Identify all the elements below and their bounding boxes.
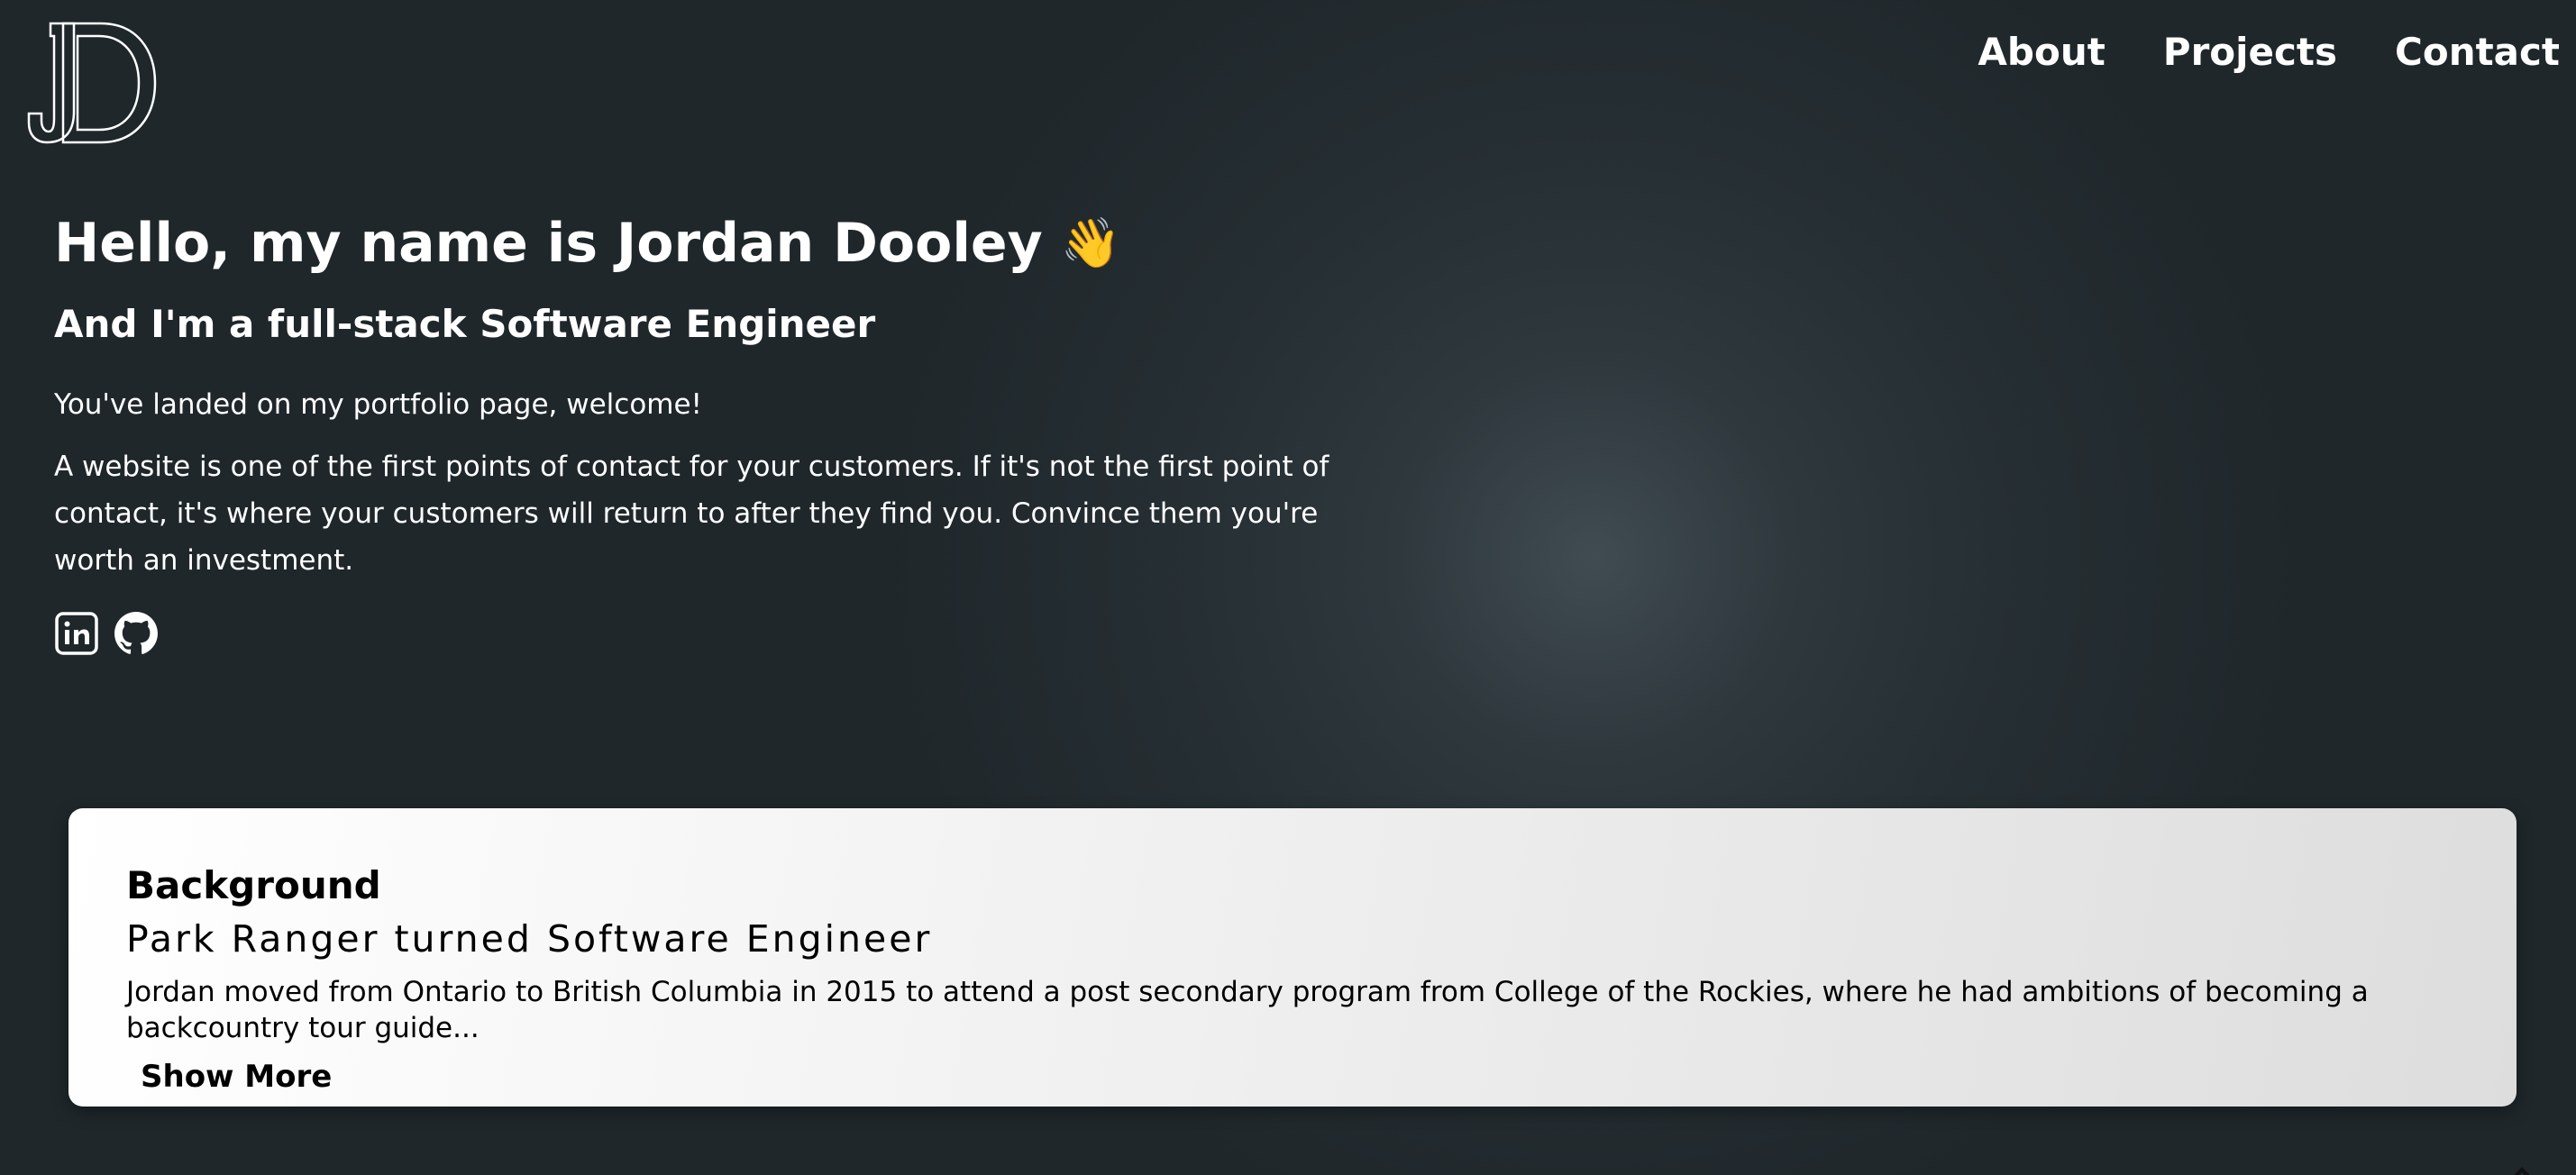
social-links (54, 611, 1406, 656)
linkedin-link[interactable] (54, 611, 99, 656)
waving-hand-icon: 👋 (1060, 214, 1121, 271)
hero-section: Hello, my name is Jordan Dooley 👋 And I'… (54, 207, 1406, 656)
hero-subheading: And I'm a full-stack Software Engineer (54, 302, 876, 346)
hero-heading-text: Hello, my name is Jordan Dooley (54, 212, 1043, 275)
nav-contact-link[interactable]: Contact (2395, 27, 2560, 77)
jd-monogram-icon (27, 22, 157, 144)
background-summary: Jordan moved from Ontario to British Col… (126, 976, 2369, 1044)
chevron-up-icon (2514, 1167, 2530, 1175)
nav-about-link[interactable]: About (1978, 27, 2105, 77)
github-link[interactable] (114, 611, 159, 656)
welcome-text: You've landed on my portfolio page, welc… (54, 388, 702, 421)
hero-heading: Hello, my name is Jordan Dooley 👋 (54, 207, 1406, 279)
main-nav: About Projects Contact (1978, 27, 2560, 77)
nav-projects-link[interactable]: Projects (2163, 27, 2337, 77)
background-subtitle: Park Ranger turned Software Engineer (126, 917, 933, 961)
site-logo[interactable] (27, 20, 159, 146)
background-title: Background (126, 863, 381, 907)
pitch-text: A website is one of the first points of … (54, 451, 1329, 577)
scroll-to-top-button[interactable] (2504, 1162, 2540, 1175)
show-more-button[interactable]: Show More (141, 1057, 332, 1097)
github-icon (114, 612, 158, 654)
background-card: Background Park Ranger turned Software E… (69, 808, 2517, 1107)
linkedin-icon (55, 612, 98, 655)
